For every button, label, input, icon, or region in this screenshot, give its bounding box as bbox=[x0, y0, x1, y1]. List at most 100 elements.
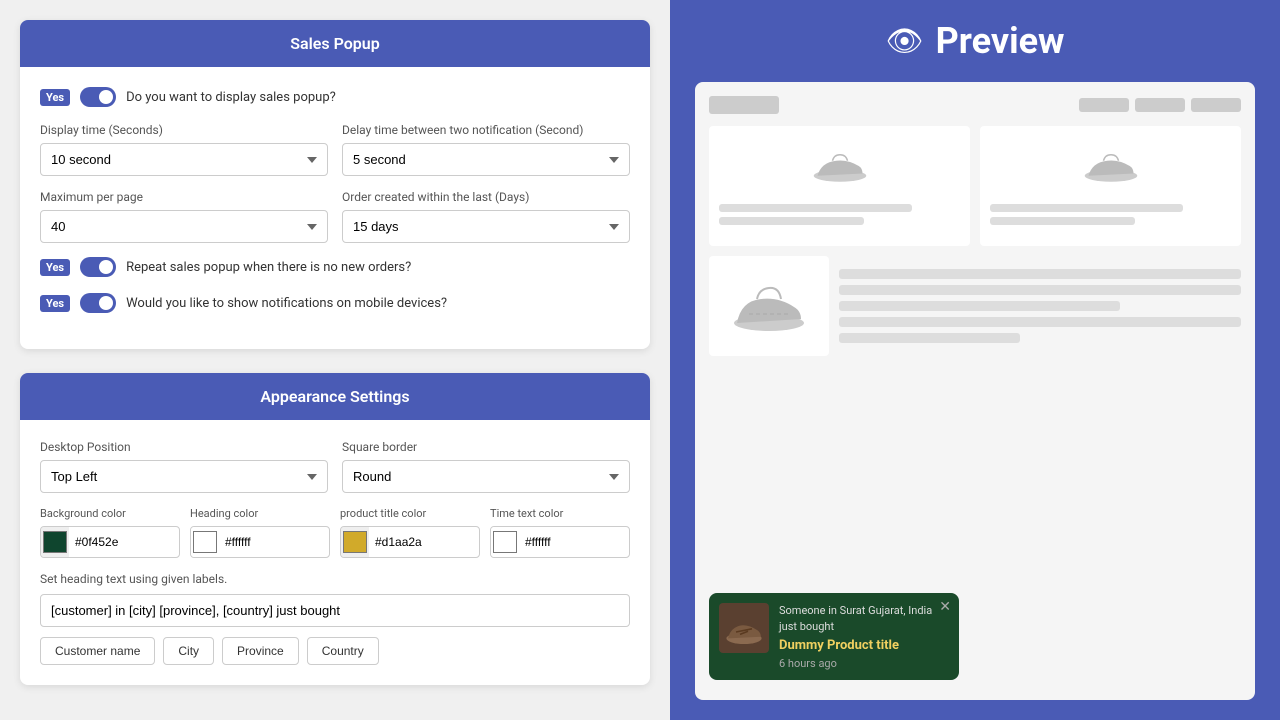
mobile-yes-badge: Yes bbox=[40, 295, 70, 312]
bottom-product-row bbox=[709, 256, 1241, 356]
product-line bbox=[990, 217, 1135, 225]
browser-tab bbox=[709, 96, 779, 114]
eye-icon: 👁 bbox=[886, 24, 924, 59]
appearance-title: Appearance Settings bbox=[260, 387, 409, 406]
sales-popup-card: Sales Popup Yes Do you want to display s… bbox=[20, 20, 650, 349]
product-title-color-group: product title color bbox=[340, 507, 480, 558]
delay-time-group: Delay time between two notification (Sec… bbox=[342, 123, 630, 176]
display-popup-toggle-row: Yes Do you want to display sales popup? bbox=[40, 87, 630, 107]
product-lines-2 bbox=[990, 204, 1231, 230]
browser-nav-item-2 bbox=[1135, 98, 1185, 112]
heading-color-text[interactable] bbox=[219, 535, 329, 549]
detail-line bbox=[839, 285, 1241, 295]
label-hint: Set heading text using given labels. bbox=[40, 572, 630, 586]
sales-popup-header: Sales Popup bbox=[20, 20, 650, 67]
time-settings-grid: Display time (Seconds) 10 second Delay t… bbox=[40, 123, 630, 176]
order-created-select[interactable]: 15 days bbox=[342, 210, 630, 243]
display-popup-label: Do you want to display sales popup? bbox=[126, 90, 336, 105]
desktop-position-group: Desktop Position Top Left bbox=[40, 440, 328, 493]
repeat-toggle[interactable] bbox=[80, 257, 116, 277]
time-text-color-swatch[interactable] bbox=[491, 527, 519, 557]
display-time-group: Display time (Seconds) 10 second bbox=[40, 123, 328, 176]
tag-province-button[interactable]: Province bbox=[222, 637, 299, 665]
product-card-1 bbox=[709, 126, 970, 246]
heading-color-label: Heading color bbox=[190, 507, 330, 520]
appearance-card: Appearance Settings Desktop Position Top… bbox=[20, 373, 650, 685]
appearance-body: Desktop Position Top Left Square border … bbox=[20, 420, 650, 685]
shoe-icon-3 bbox=[729, 279, 809, 334]
position-border-grid: Desktop Position Top Left Square border … bbox=[40, 440, 630, 493]
mobile-label: Would you like to show notifications on … bbox=[126, 296, 447, 311]
browser-nav-item-1 bbox=[1079, 98, 1129, 112]
preview-title: Preview bbox=[936, 20, 1065, 62]
shoe-icon-1 bbox=[810, 146, 870, 186]
bottom-product-details bbox=[839, 256, 1241, 356]
bg-color-group: Background color bbox=[40, 507, 180, 558]
notification-popup: Someone in Surat Gujarat, India just bou… bbox=[709, 593, 959, 680]
square-border-select[interactable]: Round bbox=[342, 460, 630, 493]
product-title-color-text[interactable] bbox=[369, 535, 479, 549]
notification-text: Someone in Surat Gujarat, India just bou… bbox=[779, 603, 949, 634]
display-time-label: Display time (Seconds) bbox=[40, 123, 328, 137]
order-created-label: Order created within the last (Days) bbox=[342, 190, 630, 204]
display-time-select[interactable]: 10 second bbox=[40, 143, 328, 176]
desktop-position-label: Desktop Position bbox=[40, 440, 328, 454]
product-line bbox=[719, 204, 912, 212]
browser-nav-item-3 bbox=[1191, 98, 1241, 112]
product-title-color-input-row bbox=[340, 526, 480, 558]
notification-content: Someone in Surat Gujarat, India just bou… bbox=[779, 603, 949, 670]
mobile-toggle[interactable] bbox=[80, 293, 116, 313]
appearance-header: Appearance Settings bbox=[20, 373, 650, 420]
sales-popup-body: Yes Do you want to display sales popup? … bbox=[20, 67, 650, 349]
browser-bar bbox=[709, 96, 1241, 114]
notification-product-image bbox=[719, 603, 769, 653]
notification-time: 6 hours ago bbox=[779, 657, 949, 670]
preview-header: 👁 Preview bbox=[886, 20, 1065, 62]
heading-color-input-row bbox=[190, 526, 330, 558]
tag-customer-name-button[interactable]: Customer name bbox=[40, 637, 155, 665]
tag-country-button[interactable]: Country bbox=[307, 637, 379, 665]
delay-time-label: Delay time between two notification (Sec… bbox=[342, 123, 630, 137]
browser-nav bbox=[1079, 98, 1241, 112]
preview-window: Someone in Surat Gujarat, India just bou… bbox=[695, 82, 1255, 700]
bg-color-text[interactable] bbox=[69, 535, 179, 549]
left-panel: Sales Popup Yes Do you want to display s… bbox=[0, 0, 670, 720]
tag-buttons-row: Customer name City Province Country bbox=[40, 637, 630, 665]
mobile-toggle-row: Yes Would you like to show notifications… bbox=[40, 293, 630, 313]
detail-line bbox=[839, 269, 1241, 279]
square-border-group: Square border Round bbox=[342, 440, 630, 493]
repeat-yes-badge: Yes bbox=[40, 259, 70, 276]
max-per-page-group: Maximum per page 40 bbox=[40, 190, 328, 243]
order-created-group: Order created within the last (Days) 15 … bbox=[342, 190, 630, 243]
heading-color-swatch[interactable] bbox=[191, 527, 219, 557]
max-per-page-select[interactable]: 40 bbox=[40, 210, 328, 243]
display-popup-toggle[interactable] bbox=[80, 87, 116, 107]
time-text-color-label: Time text color bbox=[490, 507, 630, 520]
tag-city-button[interactable]: City bbox=[163, 637, 214, 665]
repeat-toggle-row: Yes Repeat sales popup when there is no … bbox=[40, 257, 630, 277]
product-lines-1 bbox=[719, 204, 960, 230]
max-per-page-label: Maximum per page bbox=[40, 190, 328, 204]
detail-line bbox=[839, 317, 1241, 327]
bg-color-swatch[interactable] bbox=[41, 527, 69, 557]
product-img-1 bbox=[805, 136, 875, 196]
detail-line bbox=[839, 301, 1120, 311]
square-border-label: Square border bbox=[342, 440, 630, 454]
right-panel: 👁 Preview bbox=[670, 0, 1280, 720]
product-line bbox=[990, 204, 1183, 212]
product-title-color-label: product title color bbox=[340, 507, 480, 520]
label-input[interactable] bbox=[40, 594, 630, 627]
detail-line bbox=[839, 333, 1020, 343]
product-grid-top bbox=[709, 126, 1241, 246]
product-card-2 bbox=[980, 126, 1241, 246]
color-settings-grid: Background color Heading color product t… bbox=[40, 507, 630, 558]
notification-close-icon[interactable]: ✕ bbox=[939, 599, 951, 615]
desktop-position-select[interactable]: Top Left bbox=[40, 460, 328, 493]
delay-time-select[interactable]: 5 second bbox=[342, 143, 630, 176]
product-line bbox=[719, 217, 864, 225]
product-title-color-swatch[interactable] bbox=[341, 527, 369, 557]
shoe-icon-2 bbox=[1081, 146, 1141, 186]
product-img-2 bbox=[1076, 136, 1146, 196]
time-text-color-text[interactable] bbox=[519, 535, 629, 549]
sales-popup-title: Sales Popup bbox=[290, 34, 379, 53]
